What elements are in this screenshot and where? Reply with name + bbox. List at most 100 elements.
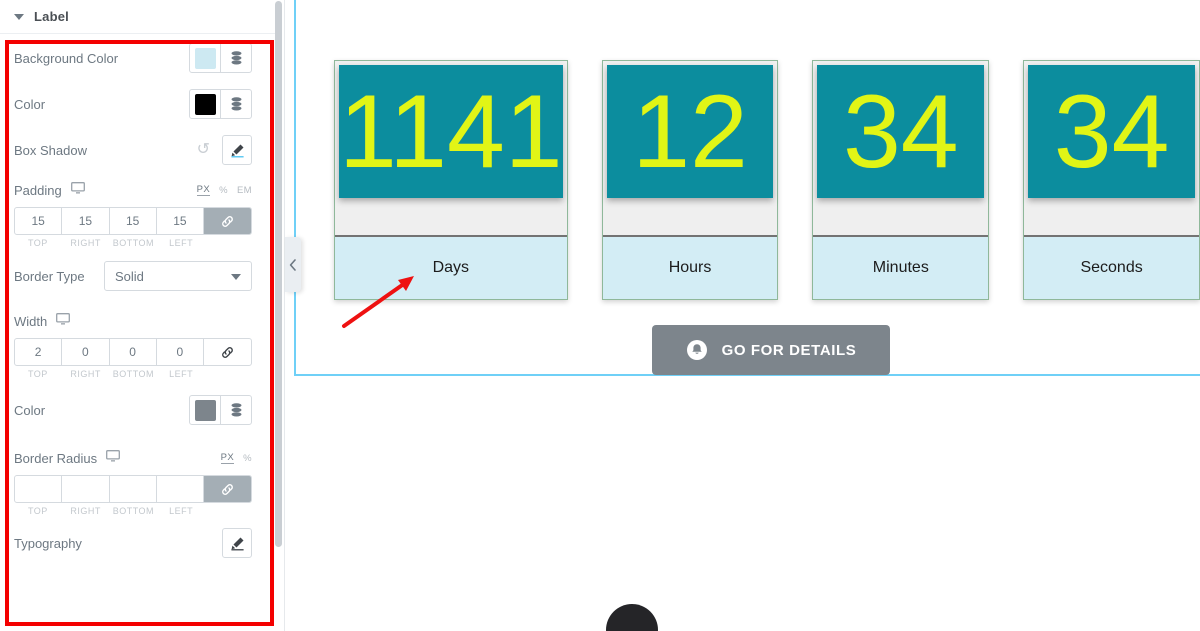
padding-unit-em[interactable]: EM xyxy=(237,185,252,196)
border-radius-unit-switcher[interactable]: PX % xyxy=(220,452,252,464)
pencil-edit-icon xyxy=(230,537,244,550)
background-color-swatch-button[interactable] xyxy=(190,44,221,72)
width-label-left: LEFT xyxy=(169,369,194,379)
control-border-type: Border Type Solid xyxy=(0,248,276,304)
control-typography: Typography xyxy=(0,516,276,570)
width-right-input[interactable]: 0 xyxy=(62,339,110,365)
control-width-header: Width xyxy=(0,304,276,338)
border-color-globals-button[interactable] xyxy=(221,396,251,424)
go-for-details-button[interactable]: GO FOR DETAILS xyxy=(652,325,890,375)
border-type-select[interactable]: Solid xyxy=(104,261,252,291)
settings-panel: Label Background Color Color Box Shadow … xyxy=(0,0,285,631)
border-color-swatch xyxy=(194,399,216,421)
pencil-edit-icon xyxy=(230,144,244,157)
padding-bottom-input[interactable]: 15 xyxy=(110,208,157,234)
desktop-monitor-icon[interactable] xyxy=(56,312,71,330)
panel-section-header-label[interactable]: Label xyxy=(0,0,276,34)
panel-scrollbar[interactable] xyxy=(275,1,282,547)
border-radius-unit-px[interactable]: PX xyxy=(220,452,235,464)
width-label-right: RIGHT xyxy=(70,369,101,379)
desktop-monitor-icon[interactable] xyxy=(70,181,85,199)
width-label-top: TOP xyxy=(27,369,48,379)
control-color: Color xyxy=(0,81,276,127)
color-globals-button[interactable] xyxy=(221,90,251,118)
desktop-monitor-icon[interactable] xyxy=(106,449,121,467)
countdown-item-hours[interactable]: 12 Hours xyxy=(601,60,779,300)
color-label: Color xyxy=(14,96,46,112)
padding-top-input[interactable]: 15 xyxy=(15,208,63,234)
countdown-label-seconds: Seconds xyxy=(1024,235,1199,299)
width-left-input[interactable]: 0 xyxy=(157,339,204,365)
control-background-color: Background Color xyxy=(0,35,276,81)
color-swatch-button[interactable] xyxy=(190,90,221,118)
border-radius-label-top: TOP xyxy=(27,506,48,516)
bottom-left-circle-widget[interactable] xyxy=(606,604,658,631)
width-bottom-input[interactable]: 0 xyxy=(110,339,157,365)
border-radius-unit-percent[interactable]: % xyxy=(243,453,252,464)
padding-label-bottom: BOTTOM xyxy=(112,238,155,248)
border-radius-label-right: RIGHT xyxy=(70,506,101,516)
elementor-editor-screen: Label Background Color Color Box Shadow … xyxy=(0,0,1200,631)
width-top-input[interactable]: 2 xyxy=(15,339,63,365)
padding-right-input[interactable]: 15 xyxy=(62,208,110,234)
border-radius-top-input[interactable] xyxy=(15,476,63,502)
countdown-gap xyxy=(813,198,989,235)
globals-stack-icon xyxy=(231,403,241,417)
bell-notification-icon xyxy=(686,340,707,360)
countdown-widget[interactable]: 1141 Days 12 Hours 34 Minutes 34 Seconds xyxy=(334,60,1200,300)
padding-unit-px[interactable]: PX xyxy=(196,184,211,196)
width-label-bottom: BOTTOM xyxy=(112,369,155,379)
border-radius-label-left: LEFT xyxy=(169,506,194,516)
control-padding-header: Padding PX % EM xyxy=(0,173,276,207)
width-link-toggle[interactable] xyxy=(204,339,251,365)
panel-section-title: Label xyxy=(34,9,69,24)
border-radius-left-input[interactable] xyxy=(157,476,204,502)
border-radius-link-toggle[interactable] xyxy=(204,476,251,502)
panel-scroll-area: Background Color Color Box Shadow ↺ Padd… xyxy=(0,35,276,631)
countdown-digits-hours: 12 xyxy=(606,65,774,198)
width-dimension-control: 2 0 0 0 xyxy=(14,338,252,366)
background-color-swatch xyxy=(194,47,216,69)
countdown-gap xyxy=(1024,198,1199,235)
padding-side-labels: TOP RIGHT BOTTOM LEFT xyxy=(14,238,252,248)
countdown-digits-seconds: 34 xyxy=(1028,65,1195,198)
width-side-labels: TOP RIGHT BOTTOM LEFT xyxy=(14,369,252,379)
countdown-item-seconds[interactable]: 34 Seconds xyxy=(1023,60,1200,300)
control-border-radius-header: Border Radius PX % xyxy=(0,441,276,475)
link-chain-icon xyxy=(222,346,233,358)
background-color-control[interactable] xyxy=(189,43,252,73)
padding-unit-switcher[interactable]: PX % EM xyxy=(196,184,252,196)
padding-left-input[interactable]: 15 xyxy=(157,208,204,234)
countdown-label-hours: Hours xyxy=(602,235,778,299)
go-for-details-label: GO FOR DETAILS xyxy=(721,341,857,359)
color-control[interactable] xyxy=(189,89,252,119)
border-type-label: Border Type xyxy=(14,268,85,284)
countdown-digits-minutes: 34 xyxy=(817,65,985,198)
chevron-left-icon xyxy=(289,258,296,271)
padding-label: Padding xyxy=(14,182,62,198)
color-swatch xyxy=(194,93,216,115)
box-shadow-edit-button[interactable] xyxy=(222,135,252,165)
padding-label-left: LEFT xyxy=(169,238,194,248)
padding-label-right: RIGHT xyxy=(70,238,101,248)
border-color-swatch-button[interactable] xyxy=(190,396,221,424)
border-radius-side-labels: TOP RIGHT BOTTOM LEFT xyxy=(14,506,252,516)
globals-stack-icon xyxy=(231,51,241,65)
panel-collapse-handle[interactable] xyxy=(285,237,301,292)
annotation-arrow-icon xyxy=(342,276,414,328)
border-radius-dimension-control xyxy=(14,475,252,503)
padding-link-toggle[interactable] xyxy=(204,208,251,234)
countdown-item-minutes[interactable]: 34 Minutes xyxy=(812,60,990,300)
border-radius-bottom-input[interactable] xyxy=(110,476,157,502)
typography-edit-button[interactable] xyxy=(222,528,252,558)
reset-icon[interactable]: ↺ xyxy=(197,142,210,158)
border-radius-right-input[interactable] xyxy=(62,476,110,502)
caret-down-icon xyxy=(14,13,24,20)
box-shadow-label: Box Shadow xyxy=(14,142,87,158)
border-color-control[interactable] xyxy=(189,395,252,425)
padding-unit-percent[interactable]: % xyxy=(219,185,228,196)
countdown-gap xyxy=(602,198,778,235)
typography-label: Typography xyxy=(14,535,82,551)
background-color-globals-button[interactable] xyxy=(221,44,251,72)
countdown-item-days[interactable]: 1141 Days xyxy=(334,60,568,300)
